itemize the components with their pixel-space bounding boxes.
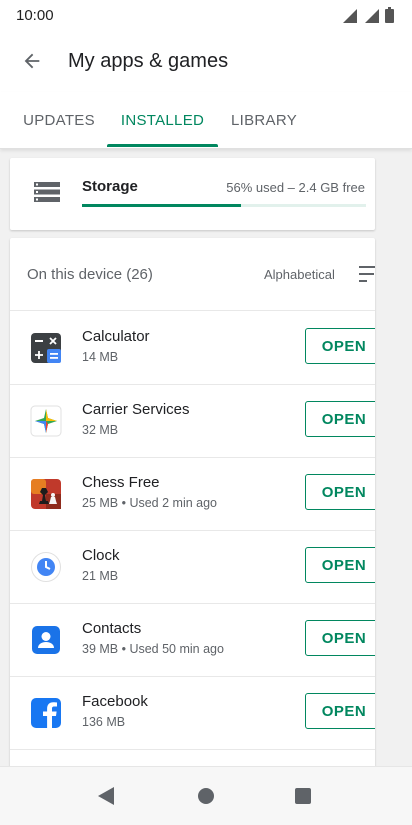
app-name: Clock	[82, 547, 120, 564]
app-meta: 32 MB	[82, 423, 119, 437]
tab-installed[interactable]: INSTALLED	[107, 92, 218, 148]
app-name: Facebook	[82, 693, 148, 710]
sort-label[interactable]: Alphabetical	[264, 267, 335, 282]
nav-back-icon	[98, 787, 114, 805]
status-icons	[341, 7, 394, 23]
app-row-calculator[interactable]: Calculator 14 MB OPEN	[10, 311, 375, 385]
contacts-icon	[32, 626, 60, 654]
tab-updates-label: UPDATES	[23, 111, 95, 129]
app-name: Calculator	[82, 328, 150, 345]
open-button-contacts[interactable]: OPEN	[305, 620, 375, 656]
status-time: 10:00	[16, 6, 54, 24]
apps-list-header: On this device (26) Alphabetical	[10, 238, 375, 311]
back-button[interactable]	[8, 37, 56, 85]
storage-label: Storage	[82, 178, 138, 195]
tab-library[interactable]: LIBRARY	[220, 92, 308, 148]
signal-icon	[365, 9, 379, 23]
app-meta: 14 MB	[82, 350, 119, 364]
open-button-calculator[interactable]: OPEN	[305, 328, 375, 364]
wifi-icon	[343, 9, 357, 23]
storage-usage-text: 56% used – 2.4 GB free	[226, 180, 365, 195]
arrow-back-icon	[24, 53, 40, 69]
storage-card[interactable]: Storage 56% used – 2.4 GB free	[10, 158, 375, 230]
app-meta: 136 MB	[82, 715, 126, 729]
page-title: My apps & games	[68, 49, 229, 72]
app-name: Chess Free	[82, 474, 160, 491]
carrier-services-icon	[30, 405, 62, 437]
app-name: Contacts	[82, 620, 142, 637]
tab-bar: UPDATES INSTALLED LIBRARY	[0, 92, 412, 149]
status-bar: 10:00	[0, 0, 412, 30]
app-meta: 21 MB	[82, 569, 119, 583]
nav-home-icon	[198, 788, 214, 804]
app-row-facebook[interactable]: Facebook 136 MB OPEN	[10, 676, 375, 750]
installed-apps-card: On this device (26) Alphabetical Calcula…	[10, 238, 375, 778]
storage-progress-bar	[82, 204, 366, 207]
app-row-clock[interactable]: Clock 21 MB OPEN	[10, 530, 375, 604]
open-button-clock[interactable]: OPEN	[305, 547, 375, 583]
calculator-icon	[31, 333, 61, 363]
app-name: Carrier Services	[82, 401, 190, 418]
app-row-contacts[interactable]: Contacts 39 MB • Used 50 min ago OPEN	[10, 603, 375, 677]
app-meta: 25 MB • Used 2 min ago	[82, 496, 217, 510]
tab-library-label: LIBRARY	[230, 111, 298, 129]
app-row-chess-free[interactable]: Chess Free 25 MB • Used 2 min ago OPEN	[10, 457, 375, 531]
device-app-count: On this device (26)	[27, 266, 153, 283]
sort-icon[interactable]	[359, 265, 375, 283]
battery-icon	[385, 7, 394, 23]
open-button-chess-free[interactable]: OPEN	[305, 474, 375, 510]
storage-icon	[34, 182, 60, 202]
app-bar: My apps & games	[0, 30, 412, 92]
nav-recents-button[interactable]	[288, 781, 318, 811]
nav-back-button[interactable]	[91, 781, 121, 811]
facebook-icon	[31, 698, 61, 728]
nav-recents-icon	[295, 788, 311, 804]
chess-icon	[31, 479, 61, 509]
tab-updates[interactable]: UPDATES	[12, 92, 106, 148]
app-row-carrier-services[interactable]: Carrier Services 32 MB OPEN	[10, 384, 375, 458]
app-meta: 39 MB • Used 50 min ago	[82, 642, 224, 656]
open-button-carrier-services[interactable]: OPEN	[305, 401, 375, 437]
tab-installed-label: INSTALLED	[120, 111, 205, 129]
navigation-bar	[0, 766, 412, 825]
clock-icon	[31, 552, 61, 582]
tab-active-indicator	[107, 144, 218, 147]
storage-progress-fill	[82, 204, 242, 207]
nav-home-button[interactable]	[191, 781, 221, 811]
open-button-facebook[interactable]: OPEN	[305, 693, 375, 729]
